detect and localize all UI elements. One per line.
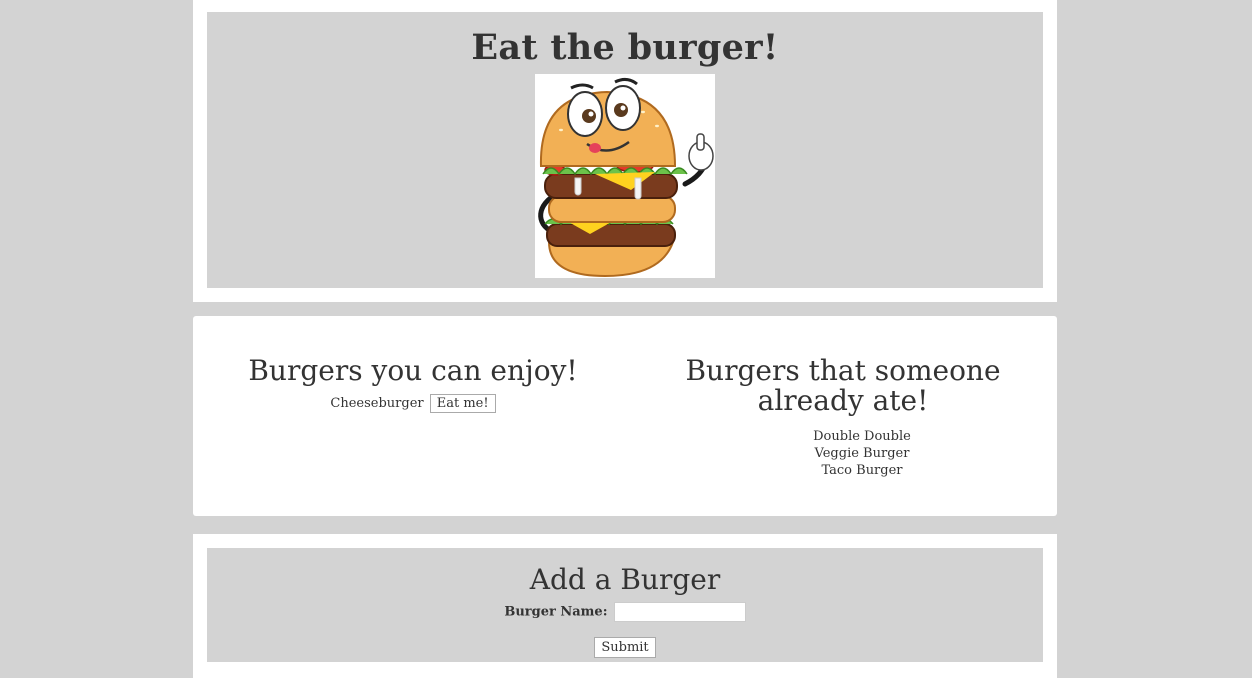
- list-item: Cheeseburger Eat me!: [233, 394, 593, 414]
- burger-name-label: Burger Name:: [504, 604, 608, 620]
- eaten-burgers-list: Double Double Veggie Burger Taco Burger: [683, 428, 1003, 479]
- burger-lists-card: Burgers you can enjoy! Cheeseburger Eat …: [193, 316, 1057, 516]
- burger-name: Cheeseburger: [330, 396, 424, 411]
- eaten-burgers-column: Burgers that someone already ate! Double…: [683, 356, 1003, 479]
- eaten-burgers-heading: Burgers that someone already ate!: [685, 354, 1001, 417]
- add-burger-card: Add a Burger Burger Name: Submit: [193, 534, 1057, 678]
- add-burger-title: Add a Burger: [529, 563, 721, 596]
- add-burger-form: Add a Burger Burger Name: Submit: [207, 548, 1043, 662]
- page-title: Eat the burger!: [471, 27, 779, 68]
- submit-button[interactable]: Submit: [594, 637, 656, 658]
- available-burgers-column: Burgers you can enjoy! Cheeseburger Eat …: [233, 356, 593, 414]
- list-item: Veggie Burger: [814, 446, 910, 461]
- eat-me-button[interactable]: Eat me!: [429, 394, 496, 413]
- list-item: Double Double: [813, 429, 911, 444]
- available-burgers-heading: Burgers you can enjoy!: [248, 354, 578, 387]
- burger-name-field-row: Burger Name:: [207, 602, 1043, 622]
- header-jumbotron: Eat the burger!: [207, 12, 1043, 288]
- burger-name-input[interactable]: [613, 602, 746, 622]
- header-card: Eat the burger!: [193, 0, 1057, 302]
- burger-mascot-image: [535, 74, 715, 278]
- list-item: Taco Burger: [821, 463, 903, 478]
- page: Eat the burger! Burgers you can enjoy! C…: [0, 0, 1252, 678]
